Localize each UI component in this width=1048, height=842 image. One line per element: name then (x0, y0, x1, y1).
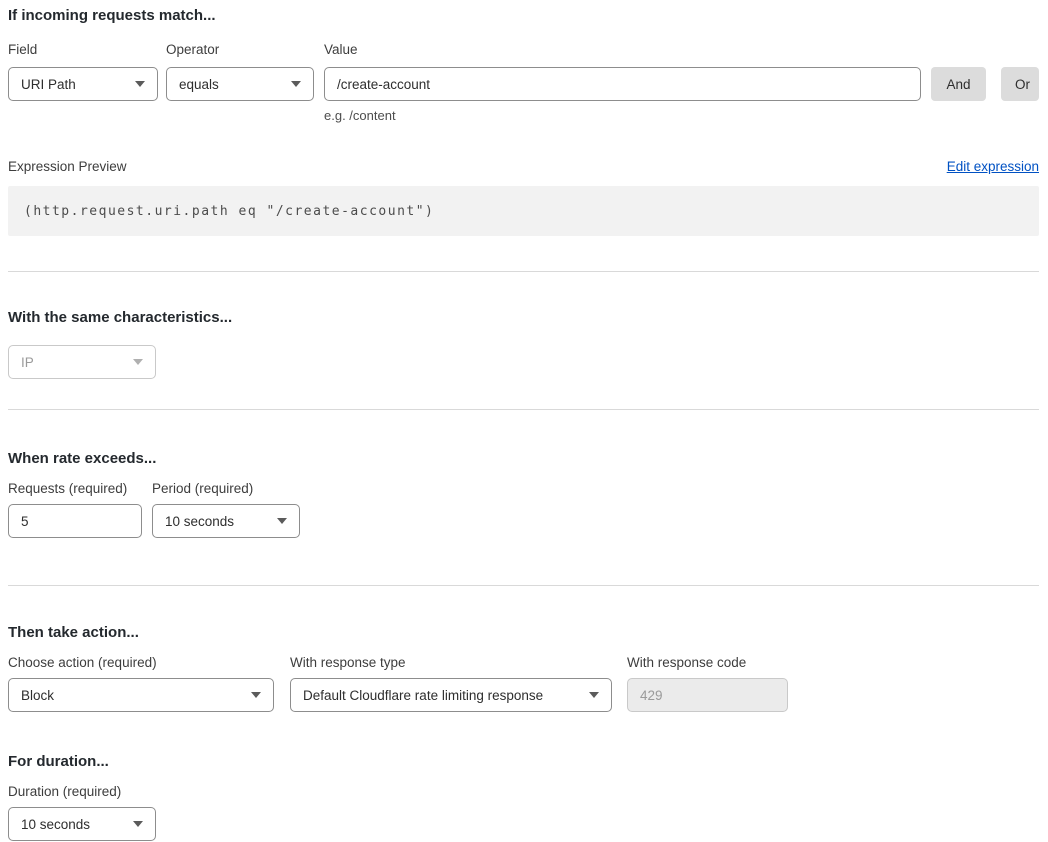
response-type-select[interactable]: Default Cloudflare rate limiting respons… (290, 678, 612, 712)
chevron-down-icon (277, 518, 287, 524)
duration-select-value: 10 seconds (21, 817, 90, 832)
characteristic-select[interactable]: IP (8, 345, 156, 379)
duration-select[interactable]: 10 seconds (8, 807, 156, 841)
duration-labels-row: Duration (required) (8, 785, 1039, 799)
rate-controls-row: 10 seconds (8, 504, 1039, 538)
or-button[interactable]: Or (1001, 67, 1039, 101)
rate-section-heading: When rate exceeds... (8, 450, 1039, 467)
rate-labels-row: Requests (required) Period (required) (8, 482, 1039, 496)
chevron-down-icon (133, 359, 143, 365)
edit-expression-link[interactable]: Edit expression (947, 159, 1039, 174)
expression-preview-header: Expression Preview Edit expression (8, 159, 1039, 174)
duration-section-heading: For duration... (8, 753, 1039, 770)
period-label: Period (required) (152, 482, 300, 496)
chevron-down-icon (251, 692, 261, 698)
chevron-down-icon (291, 81, 301, 87)
action-labels-row: Choose action (required) With response t… (8, 656, 1039, 670)
field-select-value: URI Path (21, 77, 76, 92)
value-label: Value (324, 43, 1029, 57)
requests-input[interactable] (8, 504, 142, 538)
section-divider (8, 409, 1039, 410)
match-controls-row: URI Path equals e.g. /content And Or (8, 67, 1039, 123)
choose-action-select[interactable]: Block (8, 678, 274, 712)
response-code-label: With response code (627, 656, 788, 670)
match-section-heading: If incoming requests match... (8, 0, 1039, 24)
duration-controls-row: 10 seconds (8, 807, 1039, 841)
characteristics-section-heading: With the same characteristics... (8, 309, 1039, 326)
characteristics-controls-row: IP (8, 345, 1039, 379)
section-divider (8, 271, 1039, 272)
period-select[interactable]: 10 seconds (152, 504, 300, 538)
and-button[interactable]: And (931, 67, 986, 101)
chevron-down-icon (589, 692, 599, 698)
operator-select-value: equals (179, 77, 219, 92)
expression-preview-box: (http.request.uri.path eq "/create-accou… (8, 186, 1039, 236)
rate-limiting-rule-form: If incoming requests match... Field Oper… (8, 0, 1039, 841)
response-type-select-value: Default Cloudflare rate limiting respons… (303, 688, 543, 703)
operator-label: Operator (166, 43, 314, 57)
field-select[interactable]: URI Path (8, 67, 158, 101)
chevron-down-icon (135, 81, 145, 87)
value-helper-text: e.g. /content (324, 108, 921, 123)
requests-label: Requests (required) (8, 482, 142, 496)
duration-label: Duration (required) (8, 785, 156, 799)
requests-field-group (8, 504, 142, 538)
match-labels-row: Field Operator Value (8, 43, 1039, 57)
field-label: Field (8, 43, 158, 57)
choose-action-label: Choose action (required) (8, 656, 274, 670)
value-input[interactable] (324, 67, 921, 101)
operator-select[interactable]: equals (166, 67, 314, 101)
action-section-heading: Then take action... (8, 624, 1039, 641)
chevron-down-icon (133, 821, 143, 827)
value-field-group: e.g. /content (324, 67, 921, 123)
response-code-field-group (627, 678, 788, 712)
response-type-label: With response type (290, 656, 612, 670)
section-divider (8, 585, 1039, 586)
action-controls-row: Block Default Cloudflare rate limiting r… (8, 678, 1039, 712)
characteristic-select-value: IP (21, 355, 34, 370)
response-code-input (627, 678, 788, 712)
period-select-value: 10 seconds (165, 514, 234, 529)
choose-action-select-value: Block (21, 688, 54, 703)
expression-preview-label: Expression Preview (8, 160, 127, 174)
